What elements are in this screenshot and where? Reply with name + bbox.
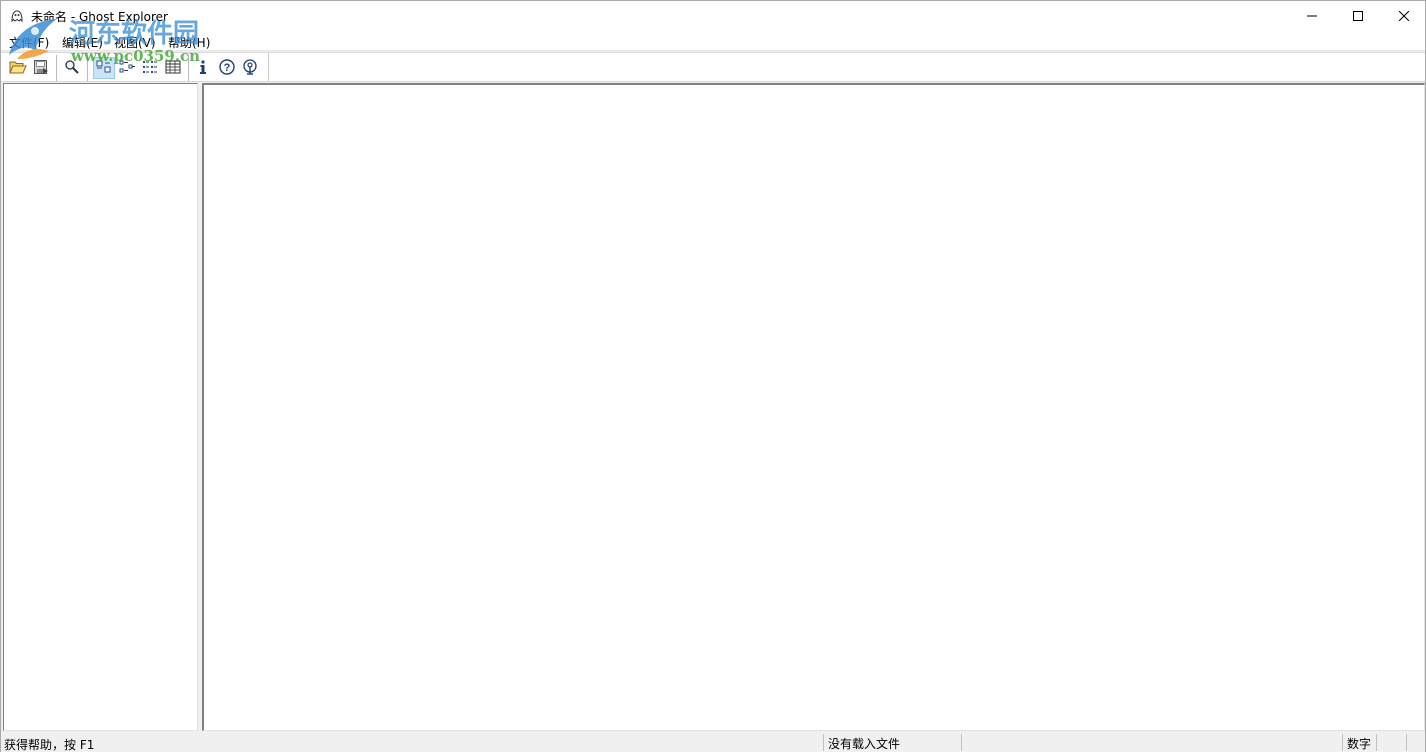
menu-edit[interactable]: 编辑(E) bbox=[62, 34, 103, 51]
toolbar-separator bbox=[188, 55, 189, 81]
minimize-button[interactable] bbox=[1289, 1, 1335, 31]
menu-file[interactable]: 文件(F) bbox=[9, 34, 49, 51]
app-ghost-icon[interactable] bbox=[9, 8, 25, 24]
status-extra-panel bbox=[961, 734, 1311, 751]
title-bar[interactable]: 未命名 - Ghost Explorer bbox=[1, 1, 1425, 31]
details-view-icon bbox=[165, 60, 181, 77]
toolbar: ? bbox=[1, 52, 1425, 82]
toolbar-separator bbox=[56, 55, 57, 81]
toolbar-separator bbox=[87, 55, 88, 81]
menu-view[interactable]: 视图(V) bbox=[114, 34, 156, 51]
status-scroll-panel bbox=[1376, 734, 1406, 751]
minimize-icon bbox=[1307, 11, 1317, 21]
menu-help[interactable]: 帮助(H) bbox=[168, 34, 210, 51]
small-icons-view-button[interactable] bbox=[116, 57, 138, 79]
open-folder-icon bbox=[9, 59, 27, 78]
toolbar-end-divider bbox=[268, 53, 269, 81]
info-icon bbox=[197, 59, 209, 78]
small-icons-view-icon bbox=[119, 60, 135, 77]
window-title: 未命名 - Ghost Explorer bbox=[31, 10, 168, 24]
app-window: 未命名 - Ghost Explorer 文件(F) 编辑(E) 视图(V) 帮… bbox=[0, 0, 1426, 752]
help-button[interactable]: ? bbox=[216, 57, 238, 79]
menu-bar: 文件(F) 编辑(E) 视图(V) 帮助(H) bbox=[1, 31, 1425, 51]
context-help-button[interactable] bbox=[239, 57, 261, 79]
close-icon bbox=[1399, 11, 1409, 21]
help-icon: ? bbox=[219, 58, 235, 78]
open-button[interactable] bbox=[7, 57, 29, 79]
svg-text:?: ? bbox=[224, 62, 231, 74]
status-numlock-panel: 数字 bbox=[1342, 734, 1376, 751]
status-file-panel: 没有载入文件 bbox=[823, 734, 961, 751]
search-icon bbox=[64, 59, 80, 78]
save-icon bbox=[33, 59, 49, 78]
antenna-icon bbox=[242, 58, 258, 78]
save-button[interactable] bbox=[30, 57, 52, 79]
properties-button[interactable] bbox=[192, 57, 214, 79]
maximize-button[interactable] bbox=[1335, 1, 1381, 31]
status-help-text: 获得帮助，按 F1 bbox=[4, 738, 95, 752]
tree-pane[interactable] bbox=[3, 83, 198, 731]
large-icons-view-button[interactable] bbox=[93, 57, 115, 79]
status-last-panel bbox=[1406, 734, 1425, 751]
maximize-icon bbox=[1353, 11, 1363, 21]
find-button[interactable] bbox=[61, 57, 83, 79]
details-view-button[interactable] bbox=[162, 57, 184, 79]
file-list-pane[interactable] bbox=[202, 83, 1425, 731]
list-view-button[interactable] bbox=[139, 57, 161, 79]
close-button[interactable] bbox=[1381, 1, 1426, 31]
status-bar: 获得帮助，按 F1 没有载入文件 数字 bbox=[1, 732, 1425, 752]
large-icons-view-icon bbox=[96, 60, 112, 77]
list-view-icon bbox=[142, 60, 158, 77]
